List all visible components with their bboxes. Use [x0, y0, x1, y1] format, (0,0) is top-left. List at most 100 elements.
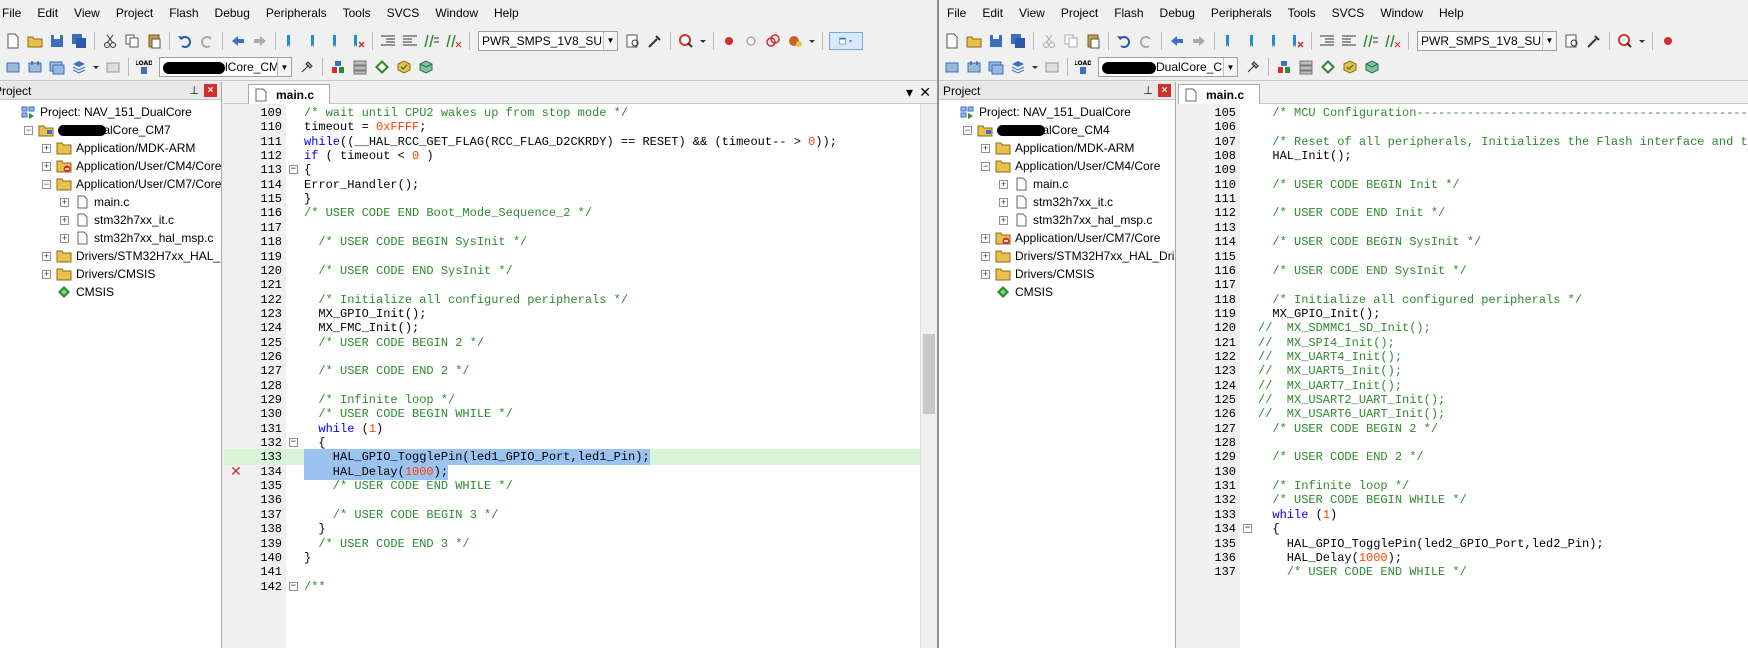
enable-breakpoint-icon[interactable] — [742, 32, 760, 50]
tree-item[interactable]: − Application/User/CM4/Core — [981, 156, 1160, 176]
menu-svcs[interactable]: SVCS — [379, 0, 428, 27]
menu-file[interactable]: File — [939, 0, 974, 27]
menu-help[interactable]: Help — [1431, 0, 1472, 27]
tree-item[interactable]: + main.c — [60, 192, 129, 212]
menu-debug[interactable]: Debug — [207, 0, 258, 27]
bookmark-icon[interactable] — [282, 32, 300, 50]
chevron-down-icon[interactable] — [1638, 32, 1646, 50]
code-line[interactable]: 137 /* USER CODE END WHILE */ — [1178, 564, 1748, 580]
undo-icon[interactable] — [176, 32, 194, 50]
manage-project-items-icon[interactable] — [1275, 58, 1293, 76]
expand-icon[interactable]: + — [999, 197, 1008, 207]
tree-item[interactable]: + Application/User/CM7/Core — [981, 228, 1160, 248]
chevron-down-icon[interactable]: ▼ — [603, 31, 617, 50]
translate-icon[interactable] — [4, 58, 22, 76]
tree-item[interactable]: + Drivers/STM32H7xx_HAL_Dri — [981, 246, 1174, 266]
expand-icon[interactable]: + — [42, 161, 51, 171]
menu-view[interactable]: View — [66, 0, 108, 27]
save-icon[interactable] — [48, 32, 66, 50]
unindent-icon[interactable] — [401, 32, 419, 50]
fold-icon[interactable]: − — [289, 165, 298, 175]
target-options-icon[interactable] — [298, 58, 316, 76]
uncomment-icon[interactable] — [1384, 32, 1402, 50]
clear-bookmarks-icon[interactable] — [1287, 32, 1305, 50]
menu-peripherals[interactable]: Peripherals — [1203, 0, 1280, 27]
tree-item[interactable]: − DualCore_CM7 — [24, 120, 171, 140]
prev-bookmark-icon[interactable] — [1243, 32, 1261, 50]
tree-item[interactable]: − DualCore_CM4 — [963, 120, 1110, 140]
load-flash-icon[interactable]: LOAD — [135, 58, 153, 76]
tab-list-dropdown-icon[interactable]: ▾ — [906, 84, 913, 101]
comment-icon[interactable] — [1362, 32, 1380, 50]
fold-icon[interactable]: − — [289, 438, 298, 448]
insert-breakpoint-icon[interactable] — [1659, 32, 1677, 50]
expand-icon[interactable]: + — [999, 215, 1008, 225]
code-line[interactable]: 142−/** — [224, 579, 937, 595]
batch-build-icon[interactable] — [70, 58, 88, 76]
rebuild-icon[interactable] — [48, 58, 66, 76]
tree-item[interactable]: − Application/User/CM7/Core — [42, 174, 221, 194]
next-bookmark-icon[interactable] — [326, 32, 344, 50]
navigate-forward-icon[interactable] — [1190, 32, 1208, 50]
debug-session-icon[interactable] — [1616, 32, 1634, 50]
navigate-back-icon[interactable] — [1168, 32, 1186, 50]
pin-icon[interactable]: ⊥ — [189, 84, 199, 97]
uncomment-icon[interactable] — [445, 32, 463, 50]
open-folder-icon[interactable] — [26, 32, 44, 50]
tree-item[interactable]: + Drivers/CMSIS — [981, 264, 1094, 284]
tree-item[interactable]: + stm32h7xx_it.c — [999, 192, 1113, 212]
menu-window[interactable]: Window — [427, 0, 486, 27]
window-layout-icon[interactable] — [829, 31, 863, 50]
expand-icon[interactable]: + — [999, 179, 1008, 189]
target-select[interactable]: lCore_CM7 ▼ — [159, 57, 292, 77]
expand-icon[interactable]: + — [60, 233, 69, 243]
tree-item[interactable]: + Drivers/STM32H7xx_HAL_Dri — [42, 246, 221, 266]
expand-icon[interactable]: + — [981, 143, 990, 153]
scrollbar-thumb[interactable] — [923, 334, 935, 414]
manage-run-time-environment-icon[interactable] — [1319, 58, 1337, 76]
collapse-icon[interactable]: − — [963, 125, 972, 135]
chevron-down-icon[interactable]: ▼ — [1542, 31, 1556, 50]
stop-build-icon[interactable] — [104, 58, 122, 76]
menu-view[interactable]: View — [1011, 0, 1053, 27]
tree-item[interactable]: CMSIS — [42, 282, 114, 302]
next-bookmark-icon[interactable] — [1265, 32, 1283, 50]
software-packs-icon[interactable] — [417, 58, 435, 76]
open-folder-icon[interactable] — [965, 32, 983, 50]
expand-icon[interactable]: + — [60, 197, 69, 207]
chevron-down-icon[interactable] — [699, 32, 707, 50]
target-options-icon[interactable] — [1244, 58, 1262, 76]
menu-svcs[interactable]: SVCS — [1324, 0, 1373, 27]
expand-icon[interactable]: + — [981, 251, 990, 261]
load-flash-icon[interactable]: LOAD — [1074, 58, 1092, 76]
redo-icon[interactable] — [198, 32, 216, 50]
chevron-down-icon[interactable] — [808, 32, 816, 50]
comment-icon[interactable] — [423, 32, 441, 50]
menu-file[interactable]: File — [0, 0, 29, 27]
expand-icon[interactable]: + — [60, 215, 69, 225]
rebuild-icon[interactable] — [987, 58, 1005, 76]
build-icon[interactable] — [26, 58, 44, 76]
select-packs-icon[interactable] — [351, 58, 369, 76]
pack-installer-icon[interactable] — [395, 58, 413, 76]
menu-tools[interactable]: Tools — [335, 0, 379, 27]
unindent-icon[interactable] — [1340, 32, 1358, 50]
translate-icon[interactable] — [943, 58, 961, 76]
close-icon[interactable]: × — [1158, 84, 1171, 97]
build-icon[interactable] — [965, 58, 983, 76]
expand-icon[interactable]: + — [42, 143, 51, 153]
code-editor[interactable]: main.c ▾ ✕ 109/* wait until CPU2 wakes u… — [224, 82, 937, 648]
tree-item[interactable]: + Application/MDK-ARM — [981, 138, 1134, 158]
manage-run-time-environment-icon[interactable] — [373, 58, 391, 76]
tab-main-c[interactable]: main.c — [248, 84, 330, 104]
copy-icon[interactable] — [1062, 32, 1080, 50]
tab-main-c[interactable]: main.c — [1178, 84, 1260, 104]
expand-icon[interactable]: + — [981, 269, 990, 279]
close-tab-icon[interactable]: ✕ — [919, 84, 931, 101]
kill-all-breakpoints-icon[interactable] — [786, 32, 804, 50]
target-select[interactable]: DualCore_CM4 ▼ — [1098, 57, 1238, 77]
menu-peripherals[interactable]: Peripherals — [258, 0, 335, 27]
find-combo[interactable]: PWR_SMPS_1V8_SUPPLIE ▼ — [478, 30, 618, 51]
tree-item[interactable]: + main.c — [999, 174, 1068, 194]
menu-tools[interactable]: Tools — [1280, 0, 1324, 27]
